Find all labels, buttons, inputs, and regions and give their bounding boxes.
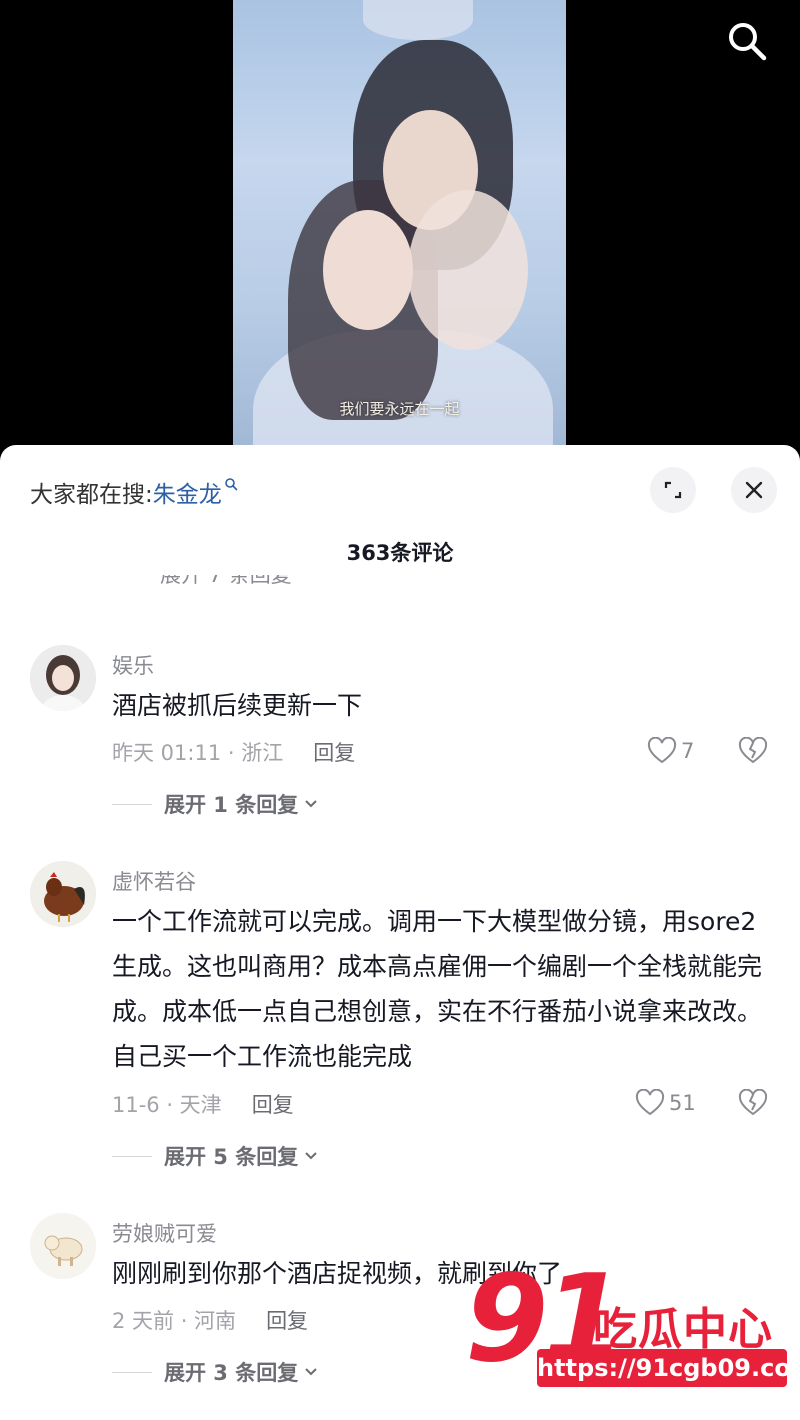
avatar-image: [30, 645, 96, 711]
like-count: 7: [681, 739, 695, 763]
expand-replies-label: 展开 1 条回复: [164, 793, 299, 817]
video-figure: [323, 210, 413, 330]
heart-icon: [647, 737, 677, 764]
heart-icon: [635, 1089, 665, 1116]
comment-sheet-header: 大家都在搜:朱金龙 363条评论: [0, 445, 800, 565]
video-subtitle: 我们要永远在一起: [339, 400, 460, 418]
expand-replies[interactable]: 展开 5 条回复: [112, 1141, 318, 1171]
hot-search-term[interactable]: 朱金龙: [153, 482, 222, 508]
broken-heart-icon: [738, 1088, 768, 1116]
expand-replies-label: 展开 5 条回复: [164, 1145, 299, 1169]
comment-count-suffix: 条评论: [390, 541, 454, 565]
dislike-button[interactable]: [738, 736, 768, 769]
avatar[interactable]: [30, 1213, 96, 1279]
comment-count-title: 363条评论: [0, 537, 800, 567]
like-button[interactable]: 7: [647, 737, 694, 765]
reply-button[interactable]: 回复: [252, 1093, 294, 1117]
chevron-down-icon: [305, 1368, 317, 1376]
like-count: 51: [669, 1091, 696, 1115]
avatar-image: [30, 861, 96, 927]
comment-text: 一个工作流就可以完成。调用一下大模型做分镜，用sore2生成。这也叫商用？成本高…: [112, 907, 763, 1071]
close-button[interactable]: [731, 467, 777, 513]
comment-meta: 11-6 · 天津 回复: [112, 1089, 294, 1119]
comment-meta: 2 天前 · 河南 回复: [112, 1305, 308, 1335]
video-player[interactable]: 我们要永远在一起: [0, 0, 800, 470]
comment-username[interactable]: 劳娘贼可爱: [112, 1218, 217, 1248]
site-watermark: 91 吃瓜中心 https://91cgb09.com: [465, 1255, 800, 1405]
reply-button[interactable]: 回复: [266, 1309, 308, 1333]
expand-replies[interactable]: 展开 1 条回复: [112, 789, 318, 819]
hot-search-label: 大家都在搜:: [30, 482, 153, 508]
avatar-image: [30, 1213, 96, 1279]
expand-replies-label: 展开 3 条回复: [164, 1361, 299, 1385]
hot-search-link[interactable]: 大家都在搜:朱金龙: [30, 475, 238, 509]
avatar[interactable]: [30, 861, 96, 927]
expand-replies-partial-label: 展开 7 条回复: [160, 575, 292, 587]
expand-sheet-button[interactable]: [650, 467, 696, 513]
hot-search-icon: [224, 478, 238, 491]
comment-username[interactable]: 虚怀若谷: [112, 866, 196, 896]
divider: [112, 1155, 152, 1157]
video-figure: [408, 190, 528, 350]
chevron-down-icon: [305, 800, 317, 808]
avatar[interactable]: [30, 645, 96, 711]
comment-time-location: 11-6 · 天津: [112, 1093, 222, 1117]
close-icon: [745, 481, 763, 499]
comment-time-location: 昨天 01:11 · 浙江: [112, 741, 284, 765]
divider: [112, 803, 152, 805]
dislike-button[interactable]: [738, 1088, 768, 1121]
comment-count: 363: [346, 541, 391, 565]
search-button[interactable]: [722, 16, 770, 64]
expand-replies[interactable]: 展开 3 条回复: [112, 1357, 318, 1387]
chevron-down-icon: [305, 1152, 317, 1160]
like-button[interactable]: 51: [635, 1089, 696, 1117]
watermark-url: https://91cgb09.com: [537, 1349, 800, 1387]
broken-heart-icon: [738, 736, 768, 764]
expand-replies-partial[interactable]: 展开 7 条回复: [160, 575, 360, 603]
reply-button[interactable]: 回复: [313, 741, 355, 765]
comment-username[interactable]: 娱乐: [112, 650, 154, 680]
comment-text: 酒店被抓后续更新一下: [112, 691, 363, 720]
search-icon: [729, 23, 767, 61]
watermark-brand: 吃瓜中心: [593, 1304, 773, 1355]
comment-time-location: 2 天前 · 河南: [112, 1309, 237, 1333]
comment-meta: 昨天 01:11 · 浙江 回复: [112, 737, 355, 767]
expand-icon: [664, 481, 682, 499]
divider: [112, 1371, 152, 1373]
video-frame[interactable]: 我们要永远在一起: [233, 0, 566, 460]
video-figure: [363, 0, 473, 40]
